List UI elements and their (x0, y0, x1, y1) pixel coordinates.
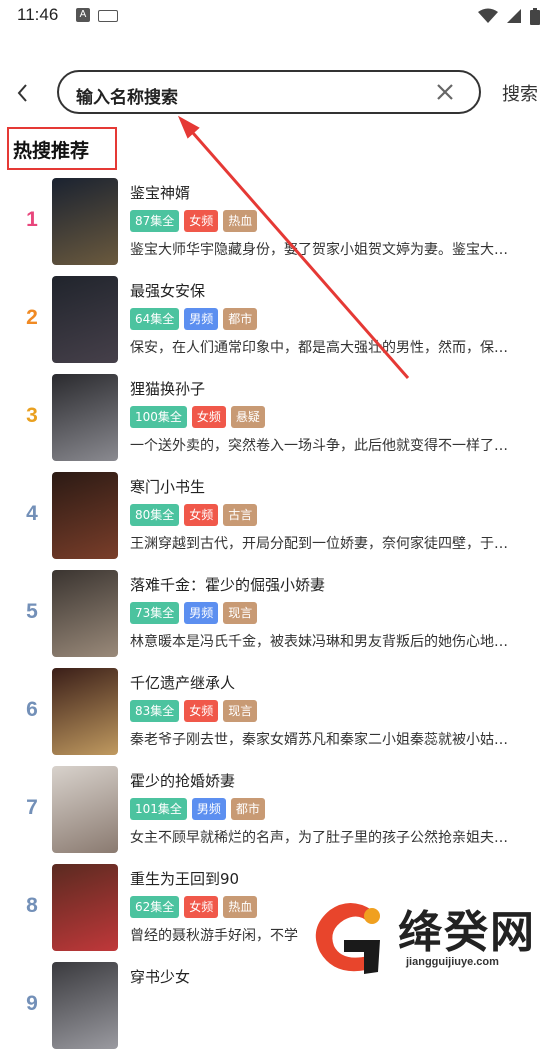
rank-number: 2 (26, 306, 38, 329)
tag-group: 101集全 男频 都市 (130, 798, 265, 820)
rank-number: 7 (26, 796, 38, 819)
section-title: 热搜推荐 (13, 140, 90, 162)
item-title[interactable]: 狸猫换孙子 (130, 378, 205, 399)
item-description: 秦老爷子刚去世，秦家女婿苏凡和秦家二小姐秦蕊就被小姑… (130, 732, 508, 748)
item-description: 鉴宝大师华宇隐藏身份，娶了贺家小姐贺文婷为妻。鉴宝大… (130, 242, 508, 258)
tag-group: 64集全 男频 都市 (130, 308, 258, 330)
gender-tag: 女频 (184, 210, 219, 232)
gender-tag: 男频 (184, 308, 219, 330)
item-title[interactable]: 霍少的抢婚娇妻 (130, 770, 235, 791)
tag-group: 87集全 女频 热血 (130, 210, 258, 232)
watermark-logo-icon (315, 903, 380, 974)
gender-tag: 女频 (191, 406, 226, 428)
search-button[interactable]: 搜索 (502, 80, 538, 106)
item-description: 王渊穿越到古代，开局分配到一位娇妻，奈何家徒四壁，于… (130, 536, 508, 552)
status-bar: 11:46 A (0, 0, 554, 32)
rank-number: 6 (26, 698, 38, 721)
cover-image[interactable] (52, 178, 118, 265)
list-item[interactable]: 2 最强女安保 64集全 男频 都市保安，在人们通常印象中，都是高大强壮的男性，然而，保… (0, 276, 554, 368)
list-item[interactable]: 6 千亿遗产继承人 83集全 女频 现言秦老爷子刚去世，秦家女婿苏凡和秦家二小姐秦蕊就被… (0, 668, 554, 760)
tag-group: 62集全 女频 热血 (130, 896, 258, 918)
gender-tag: 男频 (191, 798, 226, 820)
category-tag: 现言 (223, 602, 258, 624)
episodes-tag: 73集全 (130, 602, 180, 624)
watermark-url: jiangguijiuye.com (406, 956, 499, 968)
category-tag: 都市 (230, 798, 265, 820)
cover-image[interactable] (52, 472, 118, 559)
search-input[interactable]: 输入名称搜索 (57, 70, 481, 114)
rank-number: 4 (26, 502, 38, 525)
cover-image[interactable] (52, 374, 118, 461)
keyboard-icon (98, 10, 118, 22)
rank-number: 9 (26, 992, 38, 1015)
item-title[interactable]: 落难千金：霍少的倔强小娇妻 (130, 574, 325, 595)
item-description: 林意暖本是冯氏千金，被表妹冯琳和男友背叛后的她伤心地… (130, 634, 508, 650)
tag-group: 100集全 女频 悬疑 (130, 406, 265, 428)
list-item[interactable]: 1 鉴宝神婿 87集全 女频 热血鉴宝大师华宇隐藏身份，娶了贺家小姐贺文婷为妻。鉴宝大… (0, 178, 554, 270)
back-arrow-icon[interactable] (12, 80, 34, 106)
item-description: 一个送外卖的，突然卷入一场斗争，此后他就变得不一样了… (130, 438, 508, 454)
item-title[interactable]: 重生为王回到90 (130, 868, 239, 889)
category-tag: 悬疑 (230, 406, 265, 428)
tag-group: 80集全 女频 古言 (130, 504, 258, 526)
episodes-tag: 100集全 (130, 406, 187, 428)
gender-tag: 男频 (184, 602, 219, 624)
rank-number: 3 (26, 404, 38, 427)
tag-group: 83集全 女频 现言 (130, 700, 258, 722)
search-row: 输入名称搜索 搜索 (0, 70, 554, 116)
watermark-name: 绛癸网 (398, 907, 536, 958)
rank-number: 5 (26, 600, 38, 623)
item-title[interactable]: 千亿遗产继承人 (130, 672, 235, 693)
episodes-tag: 83集全 (130, 700, 180, 722)
item-title[interactable]: 鉴宝神婿 (130, 182, 190, 203)
cover-image[interactable] (52, 864, 118, 951)
search-placeholder: 输入名称搜索 (76, 88, 178, 108)
item-title[interactable]: 最强女安保 (130, 280, 205, 301)
category-tag: 古言 (223, 504, 258, 526)
category-tag: 现言 (223, 700, 258, 722)
list-item[interactable]: 3 狸猫换孙子 100集全 女频 悬疑一个送外卖的，突然卷入一场斗争，此后他就变得不一样… (0, 374, 554, 466)
status-time: 11:46 (17, 5, 59, 24)
category-tag: 都市 (223, 308, 258, 330)
cover-image[interactable] (52, 570, 118, 657)
watermark: 绛癸网 jiangguijiuye.com (302, 890, 554, 984)
list-item[interactable]: 4 寒门小书生 80集全 女频 古言王渊穿越到古代，开局分配到一位娇妻，奈何家徒四壁，于… (0, 472, 554, 564)
cover-image[interactable] (52, 668, 118, 755)
clear-icon[interactable] (435, 82, 455, 102)
gender-tag: 女频 (184, 700, 219, 722)
gender-tag: 女频 (184, 896, 219, 918)
gender-tag: 女频 (184, 504, 219, 526)
cover-image[interactable] (52, 766, 118, 853)
cover-image[interactable] (52, 276, 118, 363)
cover-image[interactable] (52, 962, 118, 1049)
status-right-icons (478, 6, 540, 26)
rank-number: 8 (26, 894, 38, 917)
tag-group: 73集全 男频 现言 (130, 602, 258, 624)
notification-a-icon: A (76, 8, 90, 22)
episodes-tag: 87集全 (130, 210, 180, 232)
episodes-tag: 80集全 (130, 504, 180, 526)
item-description: 保安，在人们通常印象中，都是高大强壮的男性，然而，保… (130, 340, 508, 356)
category-tag: 热血 (223, 210, 258, 232)
episodes-tag: 101集全 (130, 798, 187, 820)
wifi-icon (478, 8, 498, 23)
battery-icon (530, 7, 540, 25)
episodes-tag: 62集全 (130, 896, 180, 918)
item-title[interactable]: 寒门小书生 (130, 476, 205, 497)
list-item[interactable]: 7 霍少的抢婚娇妻 101集全 男频 都市女主不顾早就稀烂的名声，为了肚子里的孩子公然抢… (0, 766, 554, 858)
item-description: 女主不顾早就稀烂的名声，为了肚子里的孩子公然抢亲姐夫… (130, 830, 508, 846)
signal-icon (507, 9, 521, 23)
rank-number: 1 (26, 208, 38, 231)
episodes-tag: 64集全 (130, 308, 180, 330)
category-tag: 热血 (223, 896, 258, 918)
list-item[interactable]: 5 落难千金：霍少的倔强小娇妻 73集全 男频 现言林意暖本是冯氏千金，被表妹冯琳和男友… (0, 570, 554, 662)
